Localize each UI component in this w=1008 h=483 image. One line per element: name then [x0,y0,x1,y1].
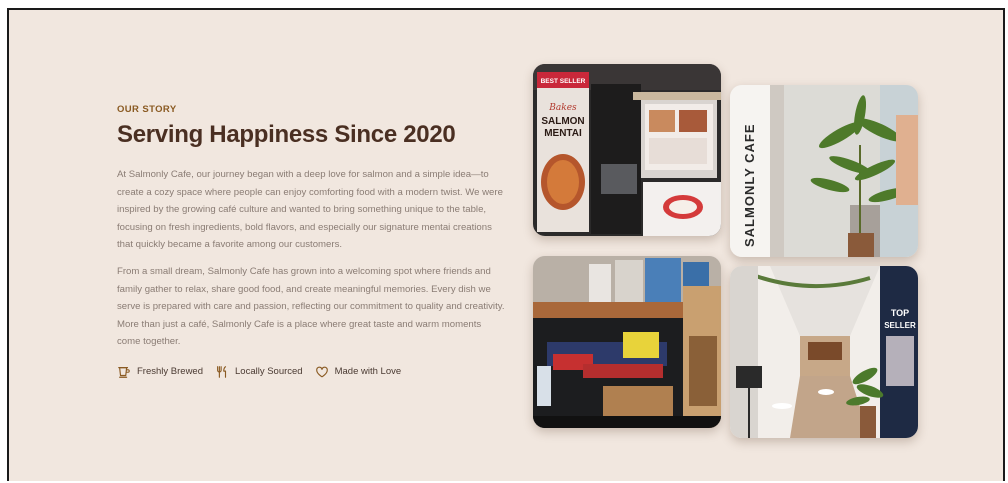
svg-text:MENTAI: MENTAI [544,128,582,139]
feature-label: Freshly Brewed [137,366,203,378]
section-eyebrow: OUR STORY [117,104,177,115]
story-text-column: OUR STORY Serving Happiness Since 2020 A… [117,104,507,379]
photo-cafe-interior: TOP SELLER [730,266,918,438]
feature-label: Locally Sourced [235,366,303,378]
svg-text:TOP: TOP [891,308,909,318]
fork-knife-icon [217,366,227,378]
photo-cafe-sign-plant: SALMONLY CAFE [730,85,918,257]
feature-label: Made with Love [334,366,402,378]
svg-text:SALMON: SALMON [541,116,584,127]
about-section: OUR STORY Serving Happiness Since 2020 A… [7,8,1005,481]
svg-text:BEST SELLER: BEST SELLER [541,78,586,85]
svg-text:SALMONLY CAFE: SALMONLY CAFE [742,123,757,247]
feature-list: Freshly Brewed Locally Sourced Made with… [117,365,507,379]
section-title: Serving Happiness Since 2020 [117,121,456,148]
svg-text:Bakes: Bakes [548,103,577,113]
photo-salmon-mentai-display: BEST SELLER Bakes SALMON MENTAI [533,64,721,236]
story-paragraph: From a small dream, Salmonly Cafe has gr… [117,265,505,348]
photo-shelf-merchandise [533,256,721,428]
feature-freshly-brewed: Freshly Brewed [117,365,203,379]
story-paragraph: At Salmonly Cafe, our journey began with… [117,169,503,251]
feature-made-with-love: Made with Love [315,365,402,379]
heart-icon [315,366,328,378]
feature-locally-sourced: Locally Sourced [215,365,303,379]
coffee-cup-icon [118,366,130,378]
svg-text:SELLER: SELLER [884,321,916,330]
